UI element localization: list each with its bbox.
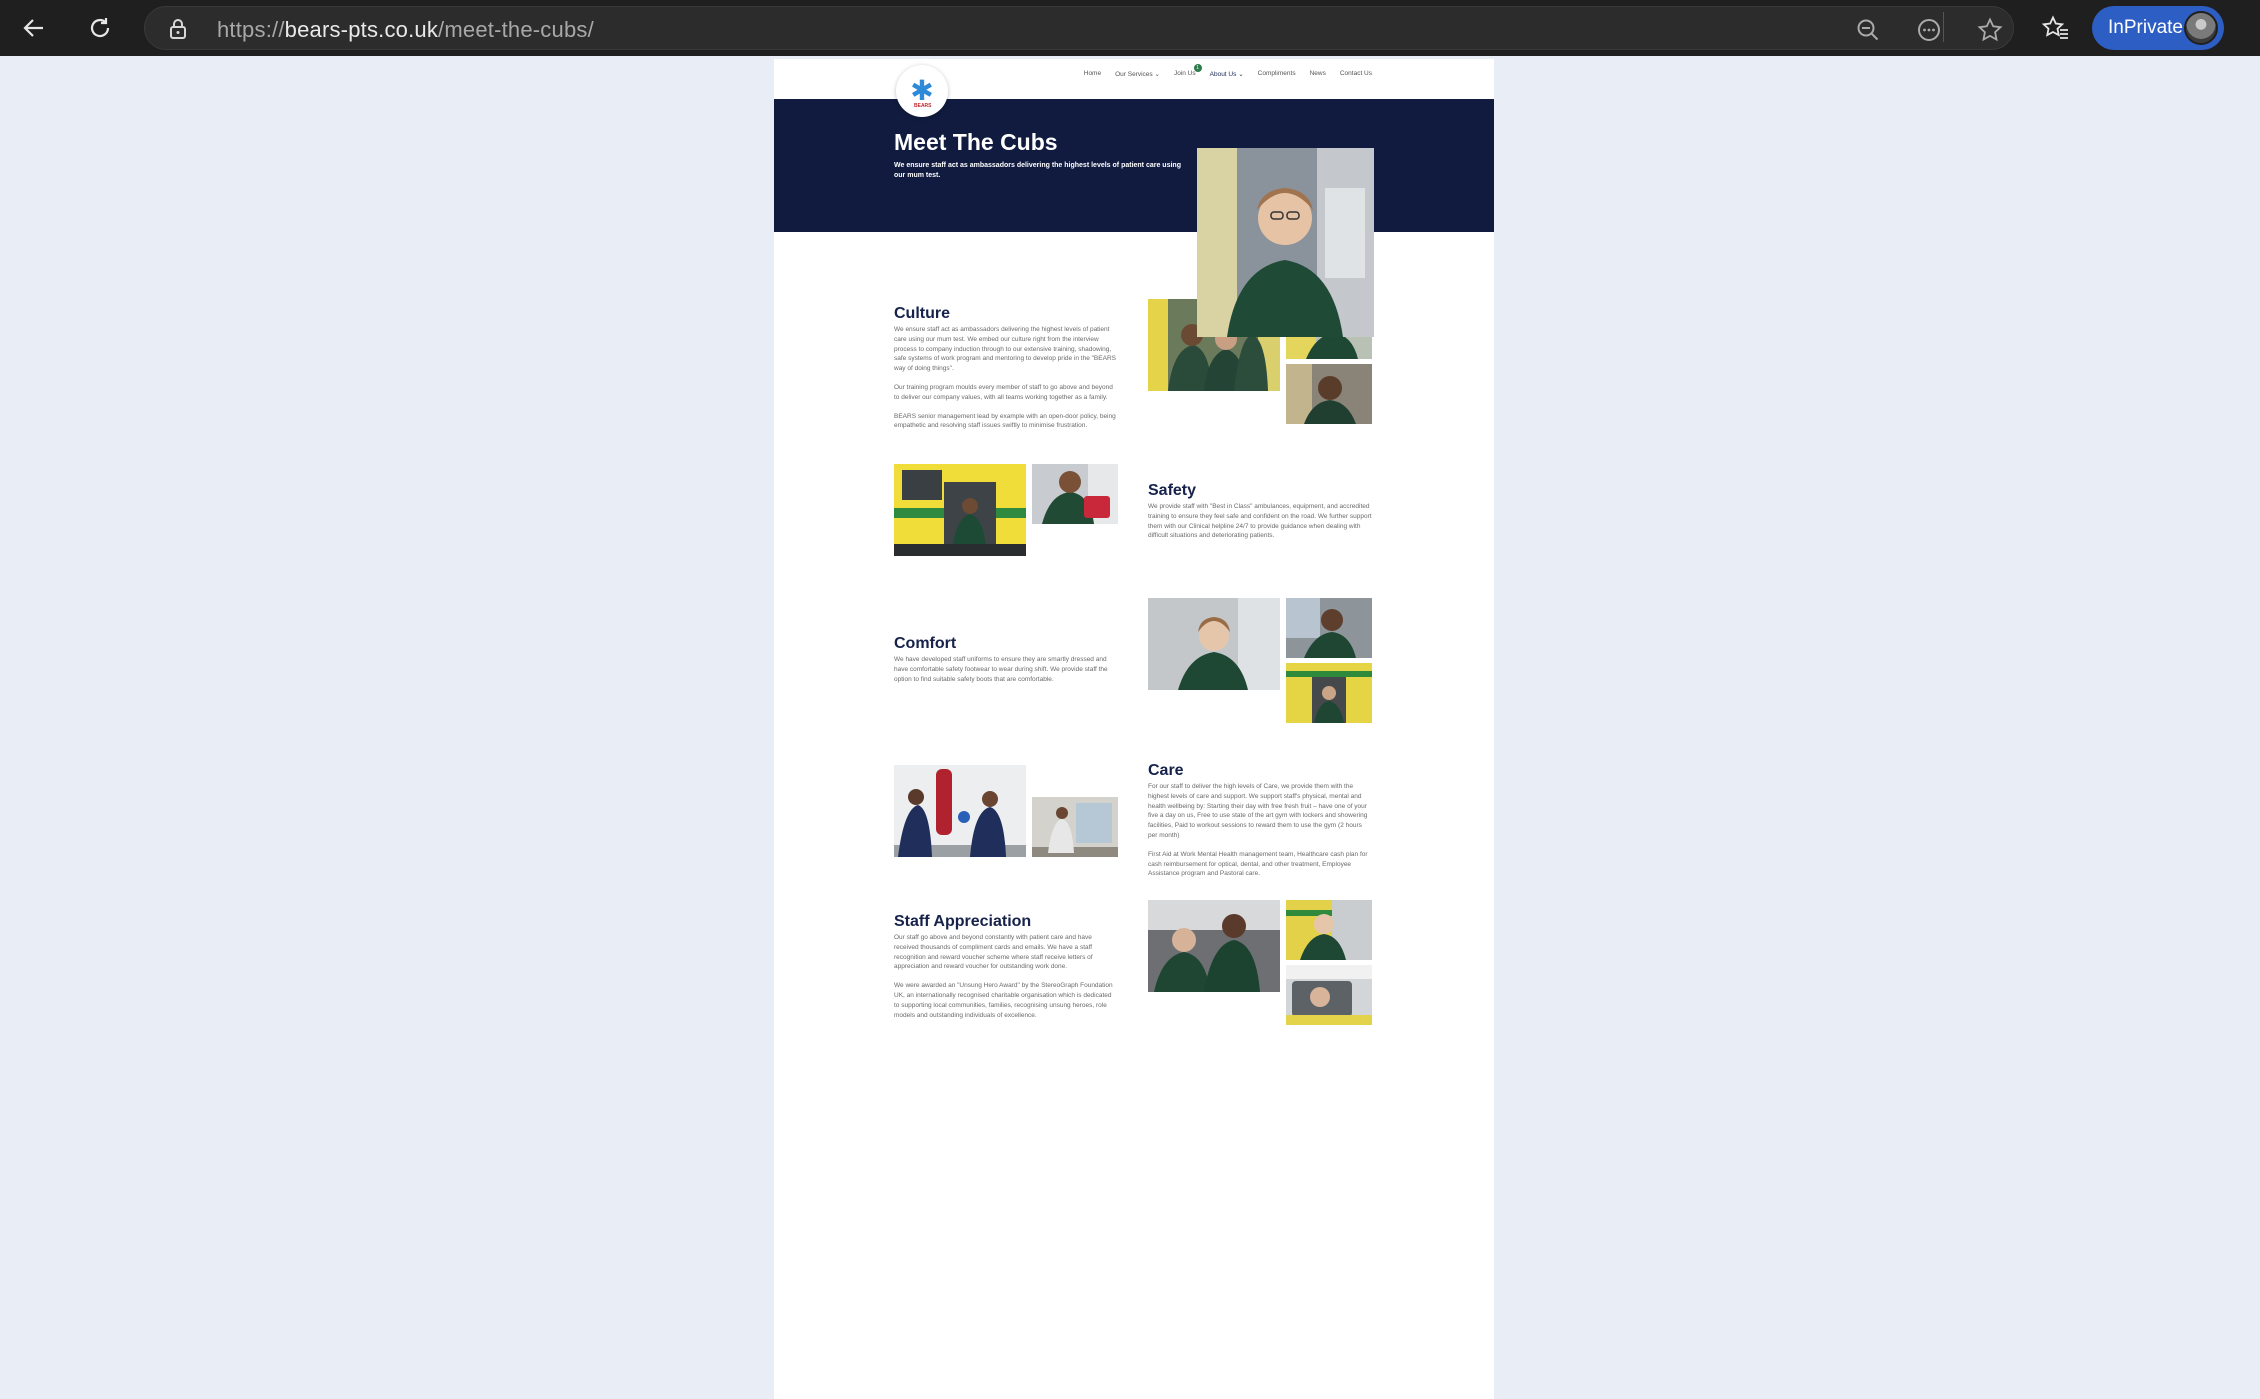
section-body-comfort: We have developed staff uniforms to ensu… [894,655,1118,684]
section-body-care: For our staff to deliver the high levels… [1148,782,1372,879]
safety-photo-bag [1032,464,1118,524]
nav-services-label: Our Services [1115,71,1153,78]
hero-photo [1197,148,1374,337]
section-title-appreciation: Staff Appreciation [894,913,1032,930]
inprivate-label: InPrivate [2108,17,2183,38]
address-bar[interactable]: https://bears-pts.co.uk/meet-the-cubs/ [144,6,2014,50]
culture-paragraph: We ensure staff act as ambassadors deliv… [894,326,1116,373]
logo-text: BEARS [914,103,932,109]
zoom-out-icon[interactable] [1855,17,1881,43]
lock-icon[interactable] [169,18,187,45]
appreciation-paragraph: Our staff go above and beyond constantly… [894,934,1093,971]
chevron-down-icon: ⌄ [1154,71,1160,78]
chevron-down-icon: ⌄ [1238,71,1244,78]
culture-paragraph: Our training program moulds every member… [894,383,1113,401]
section-body-culture: We ensure staff act as ambassadors deliv… [894,325,1118,431]
favorite-icon[interactable] [1977,17,2003,43]
inprivate-button[interactable]: InPrivate [2092,6,2224,50]
care-photo-boxing [894,765,1026,857]
back-icon[interactable] [16,10,52,46]
comfort-photo-phone [1286,598,1372,658]
favorites-icon[interactable] [2038,10,2074,46]
comfort-paragraph: We have developed staff uniforms to ensu… [894,656,1108,683]
web-page: ✱ BEARS Home Our Services ⌄ Join Us 1 Abo… [774,59,1494,1399]
section-title-safety: Safety [1148,482,1197,499]
refresh-icon[interactable] [82,10,118,46]
site-logo[interactable]: ✱ BEARS [896,65,948,117]
appreciation-photo-colleagues [1148,900,1280,992]
nav-about-label: About Us [1209,71,1237,78]
care-photo-gym [1032,797,1118,857]
culture-photo-portrait [1286,364,1372,424]
comfort-photo-ambulance [1286,663,1372,723]
page-title: Meet The Cubs [894,129,1058,155]
url-text: https://bears-pts.co.uk/meet-the-cubs/ [217,17,594,42]
comfort-photo-portrait [1148,598,1280,690]
nav-contact[interactable]: Contact Us [1340,70,1372,78]
culture-paragraph: BEARS senior management lead by example … [894,412,1116,430]
section-title-comfort: Comfort [894,635,957,652]
appreciation-paragraph: We were awarded an "Unsung Hero Award" b… [894,982,1113,1019]
notification-badge: 1 [1193,64,1202,72]
care-paragraph: For our staff to deliver the high levels… [1148,783,1368,839]
safety-paragraph: We provide staff with "Best in Class" am… [1148,503,1372,540]
safety-photo-ambulance [894,464,1026,556]
section-title-culture: Culture [894,305,950,322]
browser-toolbar: https://bears-pts.co.uk/meet-the-cubs/ I… [0,0,2260,56]
nav-join[interactable]: Join Us 1 [1173,64,1202,78]
section-body-appreciation: Our staff go above and beyond constantly… [894,933,1118,1020]
hero-subtitle: We ensure staff act as ambassadors deliv… [894,162,1181,179]
nav-about[interactable]: About Us ⌄ [1210,70,1244,78]
profile-avatar [2184,11,2218,45]
star-of-life-icon: ✱ [910,75,934,106]
nav-news[interactable]: News [1310,70,1326,78]
nav-home[interactable]: Home [1084,70,1101,78]
care-paragraph: First Aid at Work Mental Health manageme… [1148,850,1368,878]
browser-viewport: ✱ BEARS Home Our Services ⌄ Join Us 1 Abo… [0,56,2260,1399]
site-header: ✱ BEARS Home Our Services ⌄ Join Us 1 Abo… [774,59,1494,117]
main-nav: Home Our Services ⌄ Join Us 1 About Us ⌄ … [1084,64,1372,78]
section-body-safety: We provide staff with "Best in Class" am… [1148,502,1372,541]
more-icon[interactable] [1916,17,1942,43]
section-title-care: Care [1148,762,1184,779]
nav-compliments[interactable]: Compliments [1258,70,1296,78]
toolbar-separator [1943,12,1944,42]
nav-services[interactable]: Our Services ⌄ [1115,70,1160,78]
appreciation-photo-ambulance [1286,900,1372,960]
nav-join-label: Join Us [1173,70,1196,77]
appreciation-photo-driver [1286,965,1372,1025]
